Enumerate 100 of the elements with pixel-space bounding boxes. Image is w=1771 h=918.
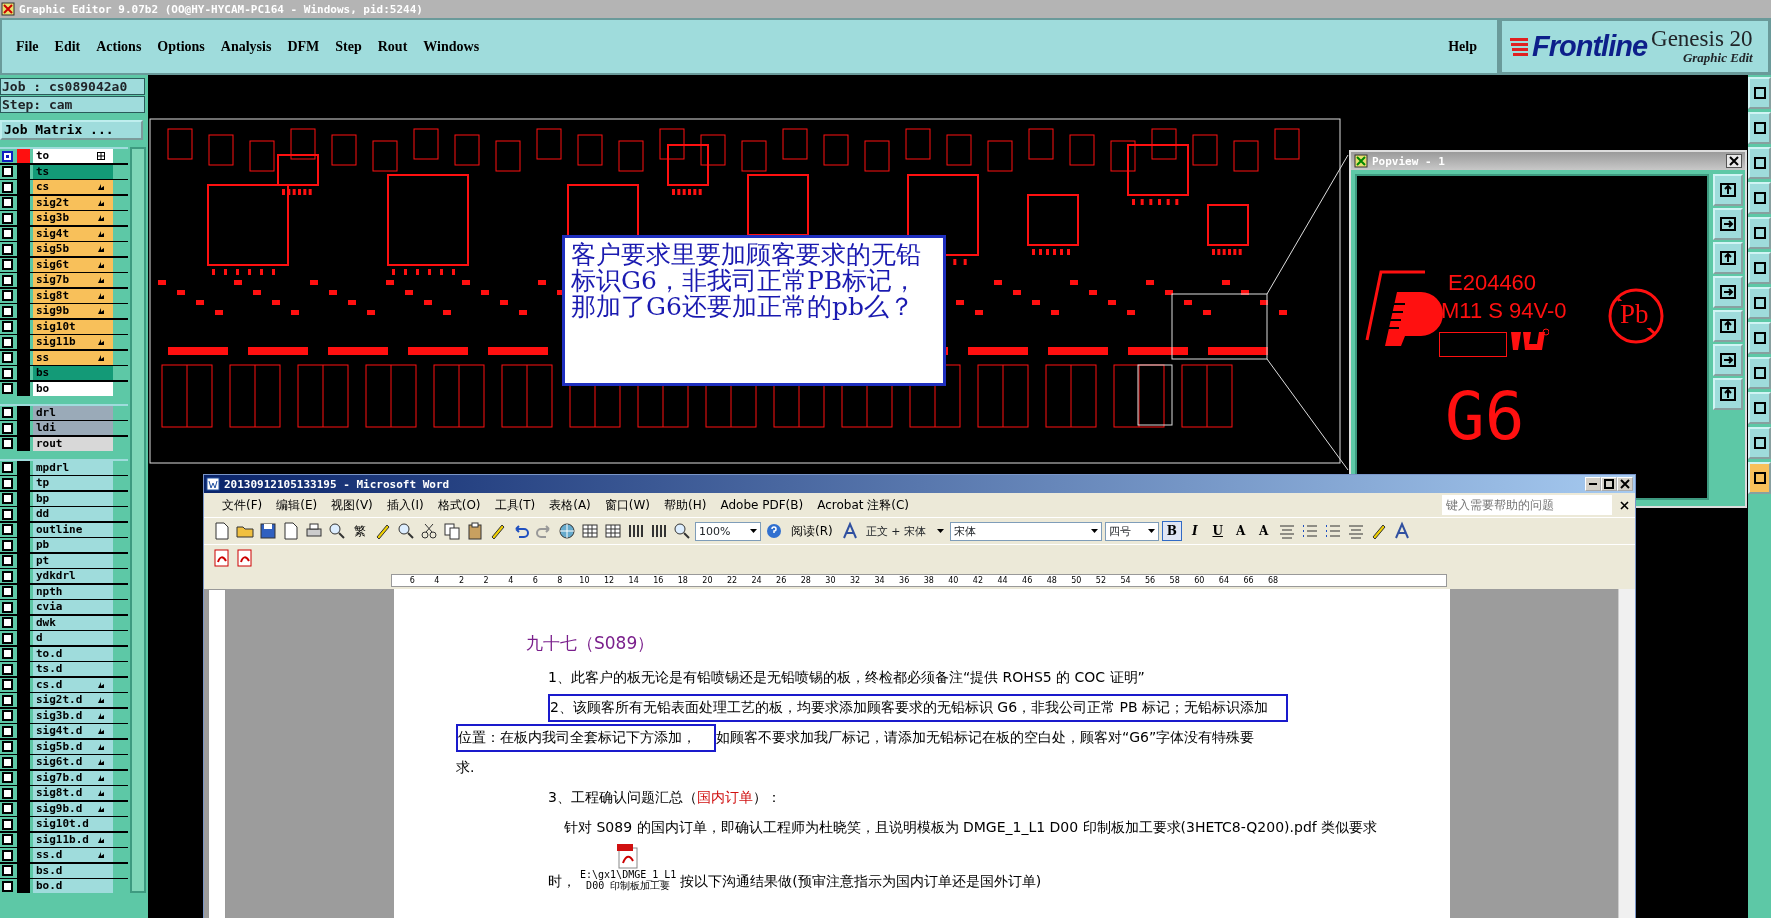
layer-checkbox[interactable]	[2, 601, 13, 613]
layer-checkbox[interactable]	[2, 834, 13, 845]
layer-checkbox[interactable]	[2, 367, 13, 379]
layer-checkbox[interactable]	[2, 493, 13, 504]
zoom-dropdown[interactable]: 100%	[695, 521, 761, 541]
tool-button[interactable]	[1748, 77, 1771, 109]
layer-checkbox[interactable]	[2, 632, 13, 644]
tool-button[interactable]	[1748, 252, 1771, 284]
layer-name[interactable]: ts.d	[33, 662, 113, 676]
toolbar-button[interactable]	[419, 521, 439, 541]
format-button[interactable]: U	[1207, 521, 1228, 541]
layer-name[interactable]: to	[33, 149, 113, 163]
layer-checkbox[interactable]	[2, 197, 13, 208]
menu-item[interactable]: 文件(F)	[216, 496, 269, 514]
layer-name[interactable]: sig4t	[33, 226, 113, 241]
layer-name[interactable]: bp	[33, 491, 113, 506]
toolbar-button[interactable]	[327, 521, 347, 541]
layer-checkbox[interactable]	[2, 407, 13, 418]
tool-button[interactable]	[1748, 392, 1771, 424]
layer-checkbox[interactable]	[2, 259, 13, 270]
view-tool-button[interactable]	[1713, 174, 1744, 206]
font-size-dropdown[interactable]: 四号	[1104, 521, 1159, 541]
layer-checkbox[interactable]	[2, 462, 13, 473]
layer-scrollbar[interactable]	[130, 147, 146, 893]
layer-checkbox[interactable]	[2, 725, 13, 737]
menu-item[interactable]: File	[8, 38, 47, 55]
traditional-chinese-button[interactable]: 繁	[350, 521, 370, 541]
layer-name[interactable]: to.d	[33, 646, 113, 661]
display-swatch[interactable]	[17, 879, 30, 893]
display-swatch[interactable]	[17, 436, 30, 451]
layer-checkbox[interactable]	[2, 352, 13, 363]
minimize-button[interactable]	[1585, 477, 1601, 491]
layer-name[interactable]: sig11b	[33, 335, 113, 349]
layer-name[interactable]: cs	[33, 180, 113, 194]
style-dropdown[interactable]: 正文 + 宋体	[862, 521, 947, 541]
layer-name[interactable]: ldi	[33, 421, 113, 435]
layer-checkbox[interactable]	[2, 243, 13, 255]
layer-name[interactable]: tp	[33, 476, 113, 490]
menu-item[interactable]: 帮助(H)	[658, 496, 713, 514]
layer-checkbox[interactable]	[2, 865, 13, 876]
layer-checkbox[interactable]	[2, 880, 13, 892]
format-button[interactable]: B	[1161, 521, 1182, 541]
toolbar-button[interactable]	[258, 521, 278, 541]
layer-name[interactable]: dwk	[33, 615, 113, 630]
layer-checkbox[interactable]	[2, 663, 13, 675]
menu-item[interactable]: DFM	[279, 38, 328, 55]
layer-name[interactable]: sig3b.d	[33, 708, 113, 723]
layer-checkbox[interactable]	[2, 228, 13, 239]
layer-checkbox[interactable]	[2, 212, 13, 224]
tool-button[interactable]	[1748, 182, 1771, 214]
layer-checkbox[interactable]	[2, 181, 13, 193]
display-swatch[interactable]	[17, 405, 30, 420]
help-search-field[interactable]: 键入需要帮助的问题	[1442, 495, 1612, 515]
layer-name[interactable]: sig5b	[33, 242, 113, 256]
layer-checkbox[interactable]	[2, 555, 13, 566]
layer-name[interactable]: sig5b.d	[33, 739, 113, 754]
layer-name[interactable]: bs.d	[33, 863, 113, 878]
display-swatch[interactable]	[17, 460, 30, 475]
layer-name[interactable]: sig9b.d	[33, 801, 113, 816]
layer-checkbox[interactable]	[2, 617, 13, 628]
layer-checkbox[interactable]	[2, 648, 13, 659]
help-menu[interactable]: Help	[1434, 38, 1491, 55]
layer-name[interactable]: sig10t.d	[33, 817, 113, 831]
layer-name[interactable]: drl	[33, 405, 113, 420]
layer-checkbox[interactable]	[2, 274, 13, 286]
view-tool-button[interactable]	[1713, 378, 1744, 410]
menu-item[interactable]: 格式(O)	[431, 496, 487, 514]
layer-checkbox[interactable]	[2, 694, 13, 706]
format-button[interactable]: A	[1253, 521, 1274, 541]
layer-name[interactable]: bs	[33, 366, 113, 380]
job-matrix-button[interactable]: Job Matrix ...	[0, 120, 143, 140]
layer-name[interactable]: cs.d	[33, 677, 113, 692]
tool-button[interactable]	[1748, 357, 1771, 389]
display-swatch[interactable]	[17, 164, 30, 179]
menu-item[interactable]: Windows	[415, 38, 488, 55]
display-swatch[interactable]	[17, 149, 30, 163]
menu-item[interactable]: Actions	[88, 38, 150, 55]
layer-name[interactable]: sig8t.d	[33, 786, 113, 800]
font-dropdown[interactable]: 宋体	[949, 521, 1102, 541]
menu-item[interactable]: 编辑(E)	[270, 496, 324, 514]
tool-button[interactable]	[1748, 427, 1771, 459]
toolbar-button[interactable]	[396, 521, 416, 541]
menu-item[interactable]: Options	[149, 38, 213, 55]
tool-button[interactable]	[1748, 322, 1771, 354]
layer-name[interactable]: sig4t.d	[33, 724, 113, 738]
tool-button[interactable]	[1748, 462, 1771, 494]
layer-checkbox[interactable]	[2, 305, 13, 317]
toolbar-button[interactable]	[603, 521, 623, 541]
layer-checkbox[interactable]	[2, 383, 13, 394]
layer-checkbox[interactable]	[2, 787, 13, 799]
tool-button[interactable]	[1748, 112, 1771, 144]
layer-checkbox[interactable]	[2, 477, 13, 489]
layer-checkbox[interactable]	[2, 586, 13, 597]
layer-name[interactable]: bo	[33, 381, 113, 396]
layer-checkbox[interactable]	[2, 679, 13, 690]
toolbar-button[interactable]	[465, 521, 485, 541]
layer-name[interactable]: ss.d	[33, 848, 113, 862]
layer-name[interactable]: sig3b	[33, 211, 113, 225]
toolbar-button[interactable]	[212, 548, 232, 568]
layer-name[interactable]: sig10t	[33, 319, 113, 334]
